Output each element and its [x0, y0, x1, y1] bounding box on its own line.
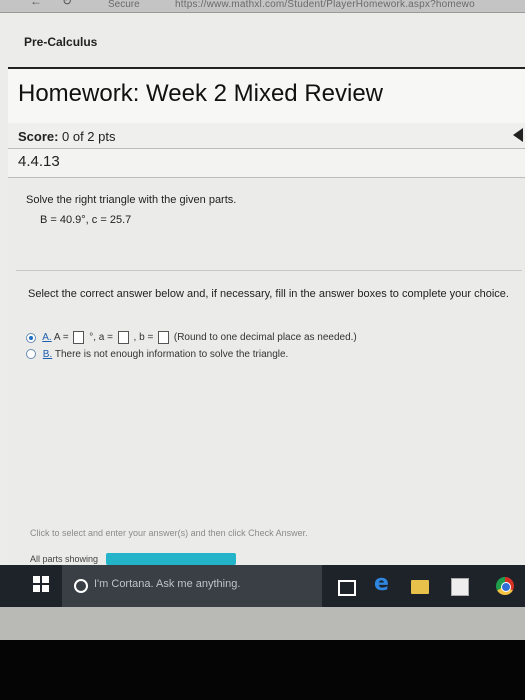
cortana-search-box[interactable]: I'm Cortana. Ask me anything. [62, 565, 322, 607]
monitor-screen: ← ↻ Secure https://www.mathxl.com/Studen… [0, 0, 525, 640]
windows-taskbar: I'm Cortana. Ask me anything. e [0, 565, 525, 607]
chrome-icon[interactable] [496, 577, 514, 595]
cortana-placeholder: I'm Cortana. Ask me anything. [94, 578, 241, 590]
angle-a-answer-box[interactable] [73, 331, 85, 344]
refresh-icon[interactable]: ↻ [62, 0, 72, 7]
monitor-bezel [0, 640, 525, 700]
parts-progress-fill [106, 553, 236, 565]
angle-a-label: A = [53, 332, 69, 344]
parts-showing-label: All parts showing [30, 554, 99, 564]
given-values: B = 40.9°, c = 25.7 [40, 214, 132, 226]
page-title: Homework: Week 2 Mixed Review [18, 80, 384, 107]
option-a-radio[interactable] [26, 332, 36, 343]
store-icon[interactable] [451, 578, 469, 596]
file-explorer-icon[interactable] [411, 580, 429, 594]
question-prompt: Solve the right triangle with the given … [26, 194, 237, 206]
back-icon[interactable]: ← [30, 0, 42, 7]
parts-progress-bar [106, 553, 236, 565]
score-label: Score: [18, 129, 59, 144]
cortana-icon [74, 579, 88, 593]
option-a-label[interactable]: A. [42, 332, 51, 343]
answer-instruction: Select the correct answer below and, if … [28, 288, 509, 300]
divider [16, 270, 522, 271]
question-area: Solve the right triangle with the given … [8, 178, 525, 578]
homework-header: Homework: Week 2 Mixed Review [8, 67, 525, 124]
collapse-arrow-icon[interactable] [513, 128, 523, 142]
browser-address-bar[interactable]: ← ↻ Secure https://www.mathxl.com/Studen… [0, 0, 525, 13]
side-a-label: °, a = [89, 332, 113, 344]
option-b[interactable]: B. There is not enough information to so… [26, 349, 288, 360]
option-b-text: There is not enough information to solve… [54, 349, 289, 360]
side-b-answer-box[interactable] [158, 331, 170, 344]
check-answer-hint: Click to select and enter your answer(s)… [30, 528, 308, 538]
url-text[interactable]: https://www.mathxl.com/Student/PlayerHom… [175, 0, 475, 10]
score-bar: Score: 0 of 2 pts [8, 123, 525, 150]
question-number-bar: 4.4.13 [8, 148, 525, 178]
rounding-note: (Round to one decimal place as needed.) [173, 332, 357, 344]
question-number: 4.4.13 [18, 153, 60, 170]
option-b-label[interactable]: B. [43, 349, 52, 360]
score-value: 0 of 2 pts [62, 129, 116, 144]
edge-icon[interactable]: e [374, 571, 394, 596]
task-view-icon[interactable] [338, 580, 356, 596]
side-b-label: , b = [133, 332, 154, 344]
homework-page: Pre-Calculus Homework: Week 2 Mixed Revi… [0, 13, 525, 578]
option-a[interactable]: A. A = °, a = , b = (Round to one decima… [26, 331, 357, 344]
side-a-answer-box[interactable] [117, 331, 129, 344]
windows-icon[interactable] [33, 576, 51, 594]
secure-label: Secure [108, 0, 140, 10]
option-b-radio[interactable] [26, 349, 36, 360]
course-name: Pre-Calculus [24, 35, 98, 49]
